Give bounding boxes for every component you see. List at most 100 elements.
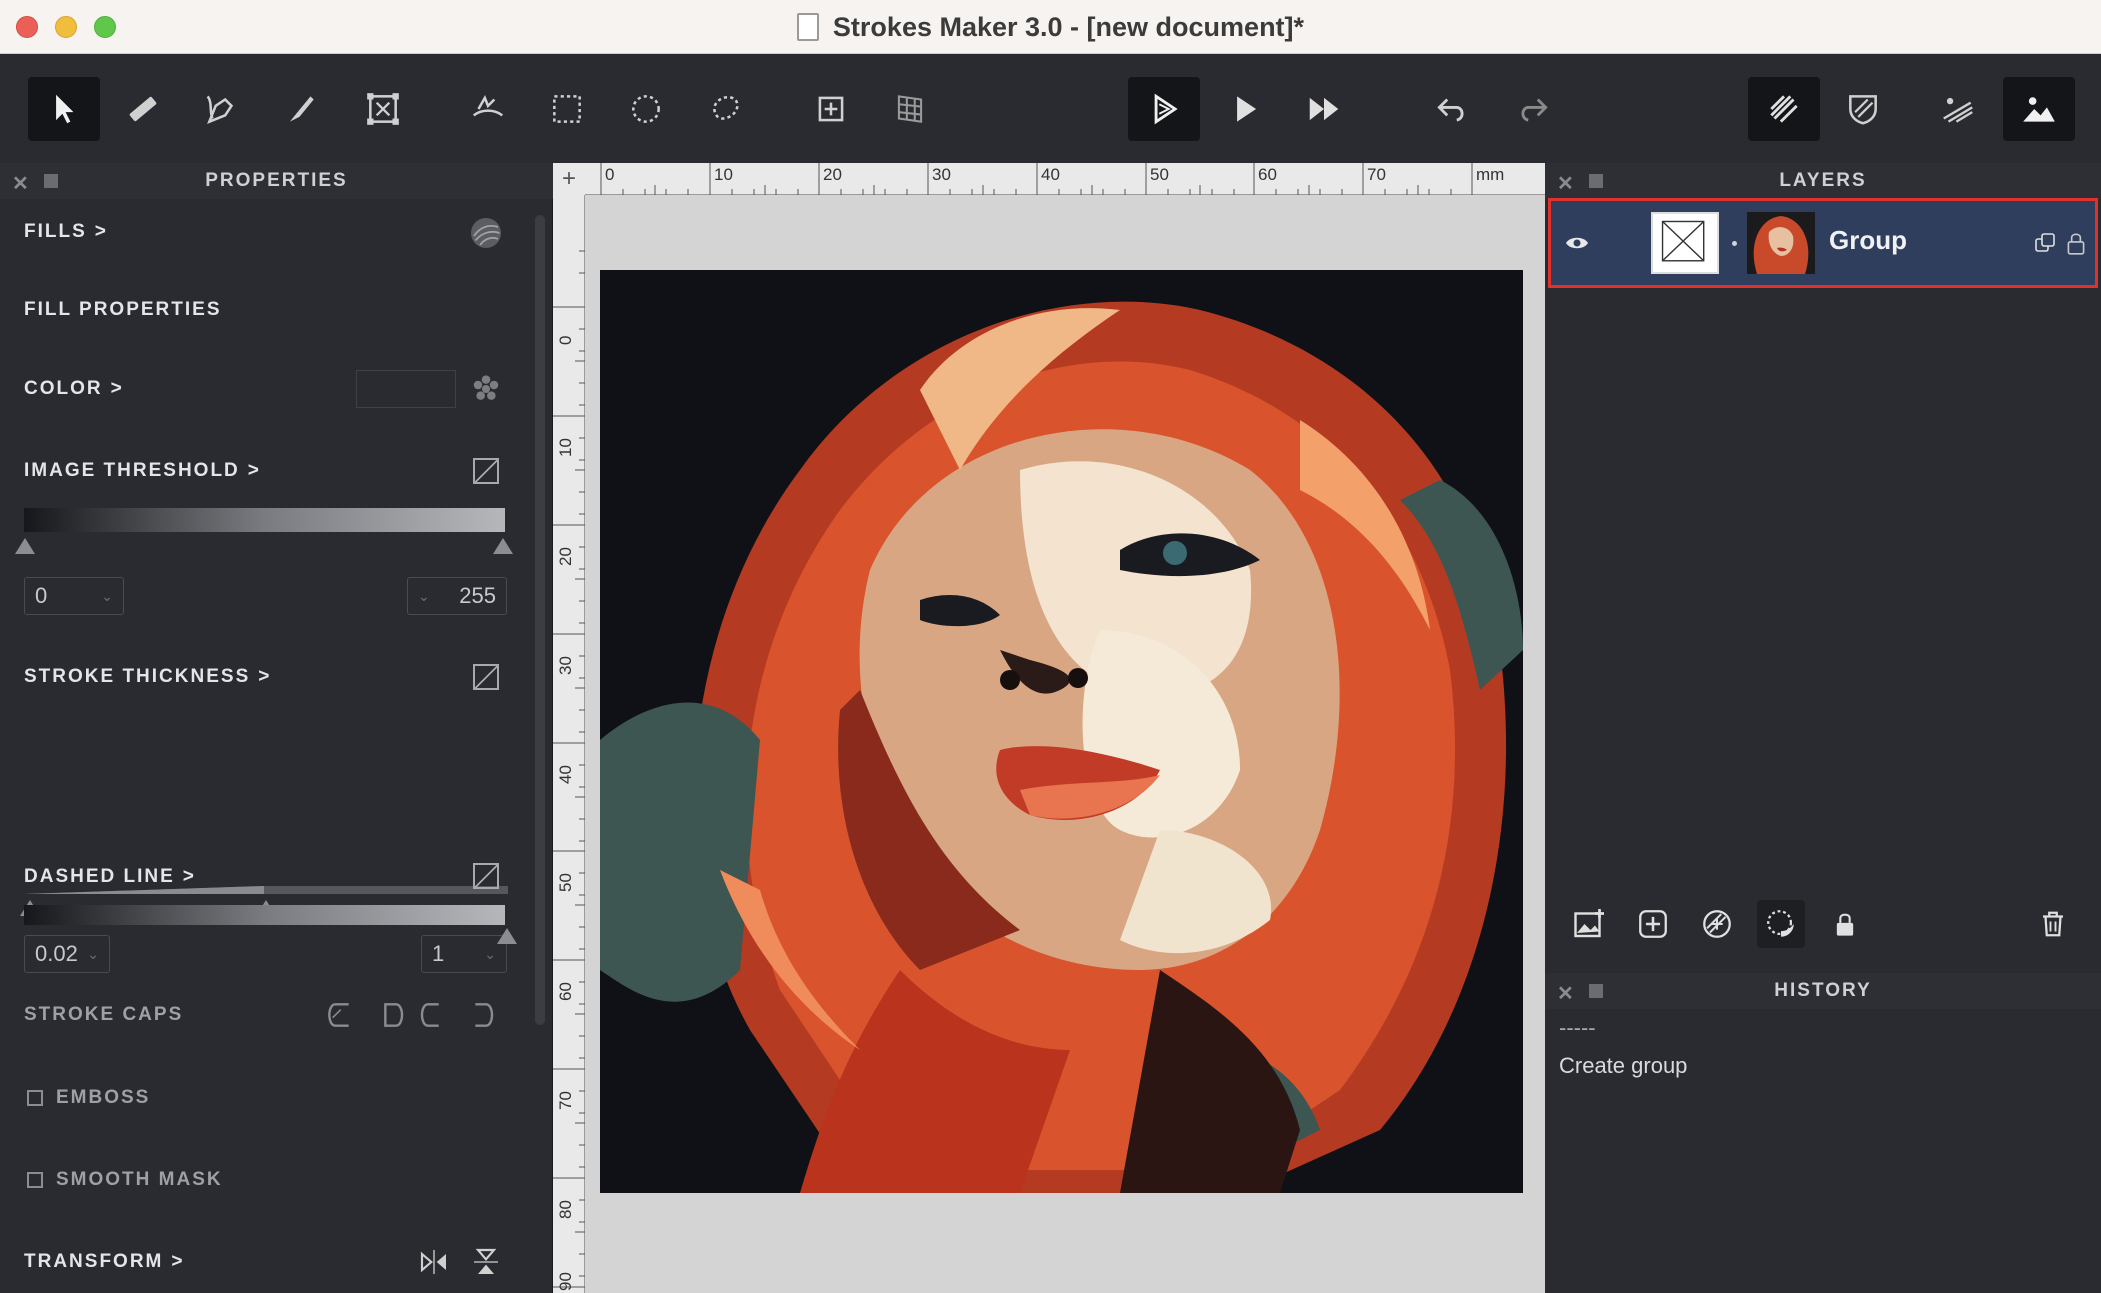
- delete-layer-button[interactable]: [2029, 900, 2077, 948]
- image-thumbnail[interactable]: [1747, 212, 1815, 274]
- undo-button[interactable]: [1416, 77, 1488, 141]
- view-mixed-button[interactable]: [1922, 77, 1994, 141]
- properties-header: ✕ PROPERTIES: [0, 163, 553, 199]
- play-button[interactable]: [1209, 77, 1281, 141]
- add-image-layer-button[interactable]: [1565, 900, 1613, 948]
- fills-label: FILLS: [24, 221, 87, 242]
- stroke-thickness-section[interactable]: STROKE THICKNESS >: [24, 666, 271, 688]
- link-dot-icon: [1732, 241, 1737, 246]
- grid-tool[interactable]: [874, 77, 946, 141]
- properties-scrollbar[interactable]: [535, 215, 545, 1025]
- layer-row-group[interactable]: Group: [1548, 198, 2098, 288]
- panel-dock-icon[interactable]: [44, 174, 58, 188]
- flip-horizontal-icon[interactable]: [418, 1246, 450, 1278]
- properties-title: PROPERTIES: [205, 170, 348, 191]
- ruler-left-label: 90: [556, 1272, 575, 1291]
- artwork-portrait[interactable]: [600, 270, 1523, 1193]
- stroke-thickness-label: STROKE THICKNESS: [24, 666, 251, 687]
- history-entry[interactable]: Create group: [1559, 1053, 1687, 1079]
- layer-mode-icon[interactable]: [2033, 231, 2057, 255]
- fast-forward-icon: [1309, 97, 1339, 121]
- ellipse-select-tool[interactable]: [610, 77, 682, 141]
- smooth-mask-label: SMOOTH MASK: [56, 1169, 223, 1190]
- lasso-tool[interactable]: [690, 77, 762, 141]
- smooth-mask-checkbox[interactable]: [27, 1172, 43, 1188]
- color-swatch[interactable]: [356, 370, 456, 408]
- cap-butt-icon[interactable]: [380, 999, 444, 1031]
- grid-warp-icon: [897, 95, 923, 123]
- main-toolbar: [0, 55, 2101, 163]
- render-button[interactable]: [1128, 77, 1200, 141]
- color-label: COLOR: [24, 378, 103, 399]
- rect-select-tool[interactable]: [531, 77, 603, 141]
- layer-name[interactable]: Group: [1829, 225, 1907, 256]
- reset-threshold-icon[interactable]: [473, 458, 499, 484]
- dashed-line-label: DASHED LINE: [24, 866, 175, 887]
- panel-dock-icon[interactable]: [1589, 984, 1603, 998]
- ellipse-select-icon: [632, 95, 660, 123]
- dashed-line-section[interactable]: DASHED LINE >: [24, 866, 196, 888]
- crop-tool[interactable]: [795, 77, 867, 141]
- cap-square-icon[interactable]: [470, 999, 502, 1031]
- ruler-left-label: 40: [556, 765, 575, 784]
- ruler-left-label: 30: [556, 656, 575, 675]
- thickness-max-field[interactable]: 1 ⌄: [421, 935, 507, 973]
- color-wheel-icon[interactable]: [470, 373, 502, 405]
- brush-icon: [289, 96, 314, 122]
- document-icon: [796, 13, 819, 41]
- pen-tool[interactable]: [186, 77, 258, 141]
- brush-tool[interactable]: [265, 77, 337, 141]
- eye-icon[interactable]: [1565, 231, 1589, 255]
- fills-section[interactable]: FILLS >: [24, 221, 108, 243]
- redo-icon: [1521, 98, 1548, 122]
- add-fill-button[interactable]: [1693, 900, 1741, 948]
- threshold-min-field[interactable]: 0 ⌄: [24, 577, 124, 615]
- mask-thumbnail[interactable]: [1651, 212, 1719, 274]
- threshold-max-field[interactable]: ⌄ 255: [407, 577, 507, 615]
- view-shield-button[interactable]: [1827, 77, 1899, 141]
- fill-pattern-icon[interactable]: [468, 215, 504, 251]
- pen-nib-icon: [206, 95, 234, 124]
- shield-stripes-icon: [1849, 95, 1877, 125]
- dashed-handle[interactable]: [497, 928, 517, 944]
- view-strokes-button[interactable]: [1748, 77, 1820, 141]
- canvas-area[interactable]: 0 10 20 30 40 50 60 70 mm + 0 10 20 30 4…: [553, 163, 1545, 1293]
- chevron-right-icon: >: [171, 1251, 185, 1272]
- history-title: HISTORY: [1774, 980, 1872, 1001]
- emboss-checkbox[interactable]: [27, 1090, 43, 1106]
- panel-dock-icon[interactable]: [1589, 174, 1603, 188]
- add-layer-button[interactable]: [1629, 900, 1677, 948]
- reset-dashed-icon[interactable]: [473, 863, 499, 889]
- fast-forward-button[interactable]: [1288, 77, 1360, 141]
- add-pattern-icon: [1703, 910, 1731, 938]
- transform-section[interactable]: TRANSFORM >: [24, 1251, 185, 1273]
- threshold-max-handle[interactable]: [493, 538, 513, 554]
- title-wrap: Strokes Maker 3.0 - [new document]*: [0, 0, 2101, 54]
- close-panel-icon[interactable]: ✕: [12, 171, 31, 196]
- ruler-tool[interactable]: [107, 77, 179, 141]
- view-image-button[interactable]: [2003, 77, 2075, 141]
- unlock-icon[interactable]: [2065, 230, 2087, 256]
- close-panel-icon[interactable]: ✕: [1557, 171, 1576, 196]
- fill-properties-label: FILL PROPERTIES: [24, 299, 222, 320]
- reset-thickness-icon[interactable]: [473, 664, 499, 690]
- landscape-image-icon: [2023, 97, 2055, 122]
- close-panel-icon[interactable]: ✕: [1557, 981, 1576, 1006]
- lock-layer-button[interactable]: [1821, 900, 1869, 948]
- flip-vertical-icon[interactable]: [470, 1246, 502, 1278]
- hand-stroke-icon: [472, 95, 504, 117]
- transform-tool[interactable]: [347, 77, 419, 141]
- ruler-corner-plus-icon[interactable]: +: [553, 163, 585, 195]
- stroke-direction-tool[interactable]: [452, 77, 524, 141]
- threshold-min-handle[interactable]: [15, 538, 35, 554]
- thickness-min-field[interactable]: 0.02 ⌄: [24, 935, 110, 973]
- image-threshold-section[interactable]: IMAGE THRESHOLD >: [24, 460, 261, 482]
- redo-button[interactable]: [1497, 77, 1569, 141]
- ruler-top-label: 30: [932, 165, 951, 184]
- select-tool[interactable]: [28, 77, 100, 141]
- play-icon: [1237, 96, 1257, 122]
- color-section[interactable]: COLOR >: [24, 378, 124, 400]
- ruler-left-ticks: [553, 250, 585, 1288]
- cap-round-icon[interactable]: [322, 999, 354, 1031]
- mask-button[interactable]: [1757, 900, 1805, 948]
